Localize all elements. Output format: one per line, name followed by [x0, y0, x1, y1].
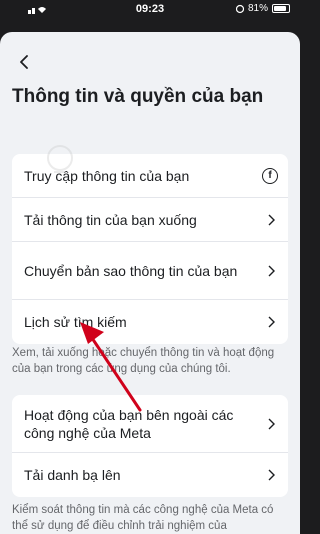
back-button[interactable] — [12, 50, 36, 74]
lock-rotation-icon — [235, 4, 244, 13]
page-title: Thông tin và quyền của bạn — [12, 86, 264, 107]
chevron-right-icon — [268, 265, 275, 276]
info-access-card: Truy cập thông tin của bạn f Tải thông t… — [12, 154, 288, 344]
section1-description: Xem, tải xuống hoặc chuyển thông tin và … — [12, 347, 275, 375]
menu-item-download-info[interactable]: Tải thông tin của bạn xuống — [12, 198, 288, 242]
menu-item-search-history[interactable]: Lịch sử tìm kiếm — [12, 300, 288, 344]
activity-card: Hoạt động của bạn bên ngoài các công ngh… — [12, 395, 288, 497]
menu-item-label: Truy cập thông tin của bạn — [24, 167, 190, 184]
menu-item-transfer-copy[interactable]: Chuyển bản sao thông tin của bạn — [12, 242, 288, 300]
settings-sheet: Thông tin và quyền của bạn Truy cập thôn… — [0, 32, 300, 534]
chevron-right-icon — [268, 469, 275, 481]
chevron-right-icon — [268, 214, 275, 225]
chevron-right-icon — [268, 316, 275, 328]
menu-item-label: Chuyển bản sao thông tin của bạn — [24, 262, 238, 279]
battery-percent: 81% — [247, 3, 268, 14]
menu-item-label: Tải danh bạ lên — [24, 467, 121, 483]
menu-item-label: Hoạt động của bạn bên ngoài các công ngh… — [24, 406, 234, 441]
chevron-right-icon — [268, 418, 275, 429]
menu-item-access-info[interactable]: Truy cập thông tin của bạn f — [12, 154, 288, 198]
status-bar: 09:23 81% — [0, 0, 300, 18]
menu-item-upload-contacts[interactable]: Tải danh bạ lên — [12, 453, 288, 497]
battery-icon — [272, 4, 290, 13]
facebook-icon: f — [262, 167, 278, 184]
section2-description: Kiểm soát thông tin mà các công nghệ của… — [12, 504, 274, 532]
back-arrow-icon — [20, 55, 28, 69]
menu-item-label: Lịch sử tìm kiếm — [24, 314, 127, 330]
status-right: 81% — [235, 3, 290, 14]
menu-item-label: Tải thông tin của bạn xuống — [24, 211, 197, 228]
menu-item-off-meta-activity[interactable]: Hoạt động của bạn bên ngoài các công ngh… — [12, 395, 288, 453]
